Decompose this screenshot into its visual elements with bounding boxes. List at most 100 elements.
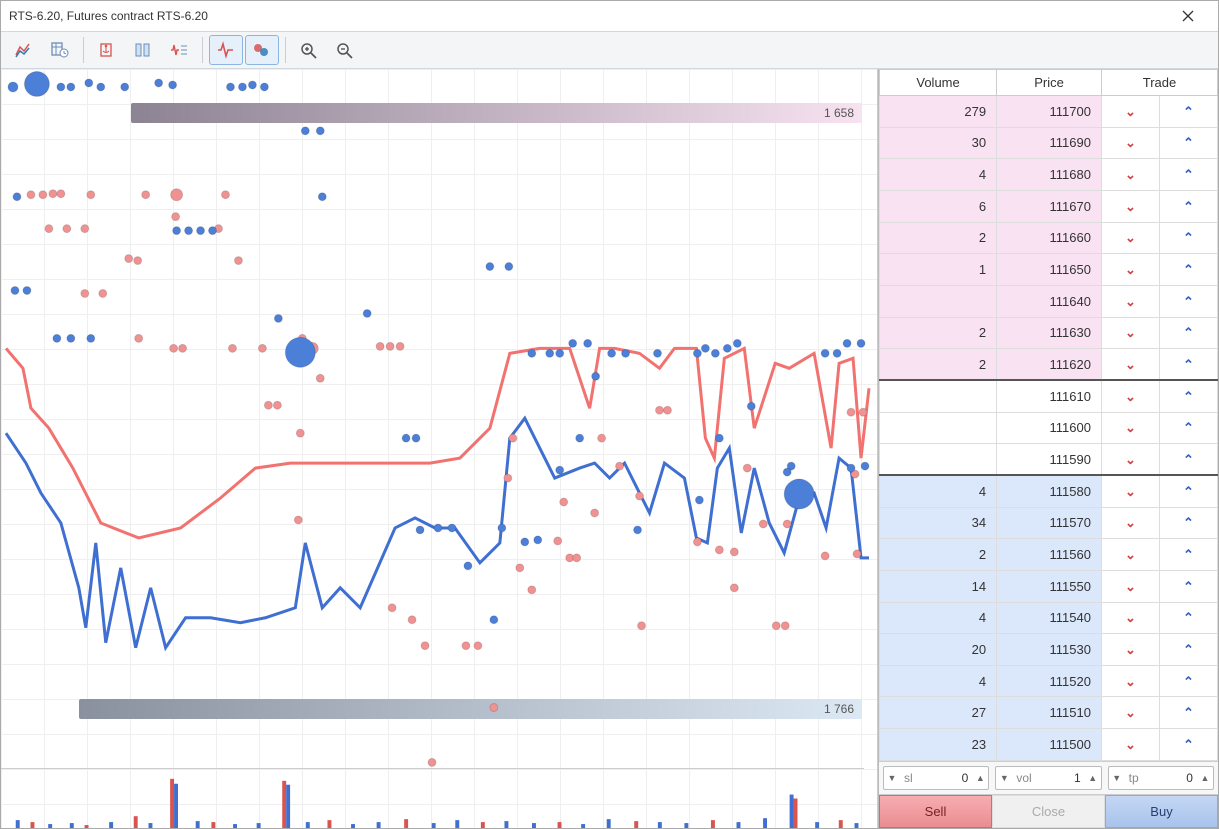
row-buy[interactable]: ⌃ [1159, 475, 1217, 507]
order-row[interactable]: 4111520⌄⌃ [880, 665, 1218, 697]
columns-button[interactable] [126, 35, 160, 65]
sl-inc[interactable]: ▲ [972, 767, 988, 789]
row-sell[interactable]: ⌄ [1101, 159, 1159, 191]
row-buy[interactable]: ⌃ [1159, 729, 1217, 761]
row-sell[interactable]: ⌄ [1101, 634, 1159, 666]
order-row[interactable]: 30111690⌄⌃ [880, 127, 1218, 159]
chevron-up-icon: ⌃ [1183, 358, 1194, 371]
row-buy[interactable]: ⌃ [1159, 380, 1217, 412]
toolbar-separator [285, 37, 286, 63]
buy-button[interactable]: Buy [1105, 795, 1218, 828]
row-volume: 23 [880, 729, 997, 761]
row-sell[interactable]: ⌄ [1101, 665, 1159, 697]
row-buy[interactable]: ⌃ [1159, 570, 1217, 602]
sell-button[interactable]: Sell [879, 795, 992, 828]
row-sell[interactable]: ⌄ [1101, 697, 1159, 729]
order-row[interactable]: 4111680⌄⌃ [880, 159, 1218, 191]
tp-stepper[interactable]: ▼ tp 0 ▲ [1108, 766, 1214, 790]
close-button[interactable] [1166, 2, 1210, 30]
row-sell[interactable]: ⌄ [1101, 317, 1159, 349]
row-sell[interactable]: ⌄ [1101, 539, 1159, 571]
order-row[interactable]: 23111500⌄⌃ [880, 729, 1218, 761]
row-sell[interactable]: ⌄ [1101, 729, 1159, 761]
row-sell[interactable]: ⌄ [1101, 507, 1159, 539]
zoom-in-button[interactable] [292, 35, 326, 65]
anchor-button[interactable] [90, 35, 124, 65]
row-sell[interactable]: ⌄ [1101, 349, 1159, 381]
row-buy[interactable]: ⌃ [1159, 127, 1217, 159]
row-buy[interactable]: ⌃ [1159, 444, 1217, 476]
row-sell[interactable]: ⌄ [1101, 412, 1159, 444]
row-buy[interactable]: ⌃ [1159, 697, 1217, 729]
row-buy[interactable]: ⌃ [1159, 285, 1217, 317]
row-buy[interactable]: ⌃ [1159, 254, 1217, 286]
order-row[interactable]: 279111700⌄⌃ [880, 96, 1218, 128]
sl-stepper[interactable]: ▼ sl 0 ▲ [883, 766, 989, 790]
chevron-up-icon: ⌃ [1183, 675, 1194, 688]
chevron-down-icon: ⌄ [1125, 738, 1136, 751]
order-row[interactable]: 34111570⌄⌃ [880, 507, 1218, 539]
row-sell[interactable]: ⌄ [1101, 127, 1159, 159]
row-buy[interactable]: ⌃ [1159, 317, 1217, 349]
order-row[interactable]: 14111550⌄⌃ [880, 570, 1218, 602]
zoom-out-button[interactable] [328, 35, 362, 65]
row-volume: 1 [880, 254, 997, 286]
row-buy[interactable]: ⌃ [1159, 634, 1217, 666]
row-buy[interactable]: ⌃ [1159, 349, 1217, 381]
row-buy[interactable]: ⌃ [1159, 412, 1217, 444]
order-row[interactable]: 111640⌄⌃ [880, 285, 1218, 317]
row-buy[interactable]: ⌃ [1159, 222, 1217, 254]
row-sell[interactable]: ⌄ [1101, 380, 1159, 412]
vol-inc[interactable]: ▲ [1085, 767, 1101, 789]
chevron-up-icon: ⌃ [1183, 738, 1194, 751]
sl-dec[interactable]: ▼ [884, 767, 900, 789]
chevron-down-icon: ⌄ [1125, 548, 1136, 561]
table-time-button[interactable] [43, 35, 77, 65]
chart-button[interactable] [7, 35, 41, 65]
order-row[interactable]: 2111660⌄⌃ [880, 222, 1218, 254]
order-row[interactable]: 2111560⌄⌃ [880, 539, 1218, 571]
order-row[interactable]: 27111510⌄⌃ [880, 697, 1218, 729]
order-row[interactable]: 111590⌄⌃ [880, 444, 1218, 476]
row-buy[interactable]: ⌃ [1159, 539, 1217, 571]
row-sell[interactable]: ⌄ [1101, 570, 1159, 602]
pulse-list-button[interactable] [162, 35, 196, 65]
chevron-up-icon: ⌃ [1183, 263, 1194, 276]
tp-dec[interactable]: ▼ [1109, 767, 1125, 789]
order-row[interactable]: 1111650⌄⌃ [880, 254, 1218, 286]
order-row[interactable]: 2111620⌄⌃ [880, 349, 1218, 381]
order-row[interactable]: 2111630⌄⌃ [880, 317, 1218, 349]
row-sell[interactable]: ⌄ [1101, 475, 1159, 507]
row-buy[interactable]: ⌃ [1159, 665, 1217, 697]
row-buy[interactable]: ⌃ [1159, 602, 1217, 634]
chart-pane[interactable]: 1 658 1 766 [1, 69, 878, 828]
tp-inc[interactable]: ▲ [1197, 767, 1213, 789]
row-sell[interactable]: ⌄ [1101, 96, 1159, 128]
order-row[interactable]: 20111530⌄⌃ [880, 634, 1218, 666]
title-bar: RTS-6.20, Futures contract RTS-6.20 [1, 1, 1218, 31]
vol-stepper[interactable]: ▼ vol 1 ▲ [995, 766, 1101, 790]
chevron-down-icon: ⌄ [1125, 295, 1136, 308]
close-button-trade[interactable]: Close [992, 795, 1105, 828]
row-sell[interactable]: ⌄ [1101, 254, 1159, 286]
vol-dec[interactable]: ▼ [996, 767, 1012, 789]
row-buy[interactable]: ⌃ [1159, 507, 1217, 539]
row-sell[interactable]: ⌄ [1101, 444, 1159, 476]
row-buy[interactable]: ⌃ [1159, 190, 1217, 222]
row-sell[interactable]: ⌄ [1101, 285, 1159, 317]
row-sell[interactable]: ⌄ [1101, 222, 1159, 254]
bubbles-button[interactable] [245, 35, 279, 65]
col-volume: Volume [880, 70, 997, 96]
row-sell[interactable]: ⌄ [1101, 190, 1159, 222]
row-buy[interactable]: ⌃ [1159, 159, 1217, 191]
order-row[interactable]: 4111540⌄⌃ [880, 602, 1218, 634]
order-row[interactable]: 4111580⌄⌃ [880, 475, 1218, 507]
order-row[interactable]: 111610⌄⌃ [880, 380, 1218, 412]
order-row[interactable]: 111600⌄⌃ [880, 412, 1218, 444]
order-row[interactable]: 6111670⌄⌃ [880, 190, 1218, 222]
pulse-button[interactable] [209, 35, 243, 65]
row-buy[interactable]: ⌃ [1159, 96, 1217, 128]
window: RTS-6.20, Futures contract RTS-6.20 1 65… [0, 0, 1219, 829]
chevron-down-icon: ⌄ [1125, 453, 1136, 466]
row-sell[interactable]: ⌄ [1101, 602, 1159, 634]
